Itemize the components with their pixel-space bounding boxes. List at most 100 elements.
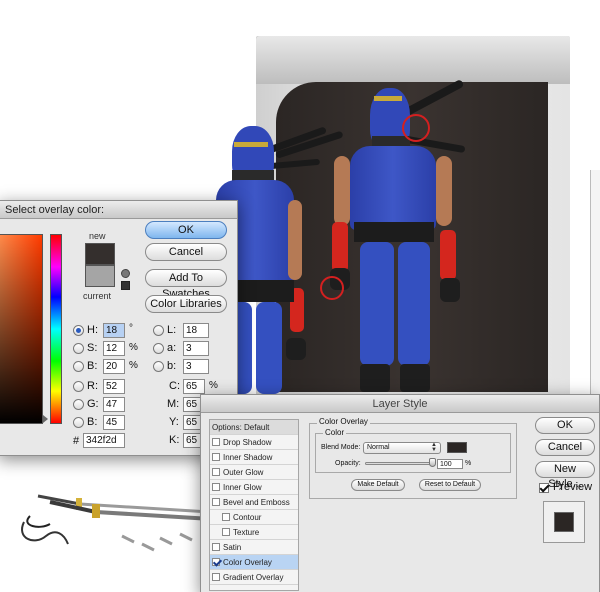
b-radio[interactable] <box>73 361 84 372</box>
style-checkbox[interactable] <box>212 468 220 476</box>
cancel-button[interactable]: Cancel <box>535 439 595 456</box>
m-label: M: <box>167 398 180 410</box>
reset-to-default-button[interactable]: Reset to Default <box>419 479 481 491</box>
style-checkbox[interactable] <box>212 498 220 506</box>
lab-b-radio[interactable] <box>153 361 164 372</box>
new-color-swatch <box>85 243 115 265</box>
a-radio[interactable] <box>153 343 164 354</box>
ok-button[interactable]: OK <box>535 417 595 434</box>
styles-list-item[interactable]: Options: Default <box>210 420 298 435</box>
ok-button[interactable]: OK <box>145 221 227 239</box>
g-radio[interactable] <box>73 399 84 410</box>
styles-list-item[interactable]: Drop Shadow <box>210 435 298 450</box>
style-preview-box <box>543 501 585 543</box>
style-checkbox[interactable] <box>212 543 220 551</box>
style-label: Color Overlay <box>223 557 272 567</box>
preview-swatch <box>554 512 574 532</box>
a-field[interactable]: 3 <box>183 341 209 356</box>
overlay-color-swatch[interactable] <box>447 442 467 453</box>
style-checkbox[interactable] <box>212 483 220 491</box>
styles-list-item[interactable]: Contour <box>210 510 298 525</box>
h-field[interactable]: 18 <box>103 323 125 338</box>
s-label: S: <box>87 342 98 354</box>
s-field[interactable]: 12 <box>103 341 125 356</box>
style-checkbox[interactable] <box>212 573 220 581</box>
styles-list-item[interactable]: Satin <box>210 540 298 555</box>
y-label: Y: <box>169 416 179 428</box>
background-window-edge <box>590 170 600 400</box>
l-radio[interactable] <box>153 325 164 336</box>
opacity-slider[interactable] <box>365 462 433 465</box>
styles-list-item[interactable]: Texture <box>210 525 298 540</box>
style-label: Inner Shadow <box>223 452 273 462</box>
blend-mode-label: Blend Mode: <box>321 444 361 451</box>
backdrop-top-edge <box>256 36 570 84</box>
h-radio[interactable] <box>73 325 84 336</box>
opacity-slider-knob[interactable] <box>429 458 436 467</box>
layer-style-dialog: Layer Style Options: Default Drop Shadow… <box>200 394 600 592</box>
r-radio[interactable] <box>73 381 84 392</box>
blue-label: B: <box>87 416 98 428</box>
hex-label: # <box>73 435 80 447</box>
style-label: Options: Default <box>212 422 270 432</box>
style-label: Bevel and Emboss <box>223 497 290 507</box>
h-label: H: <box>87 324 98 336</box>
style-label: Texture <box>233 527 260 537</box>
opacity-field[interactable]: 100 <box>437 459 463 469</box>
blend-mode-select[interactable]: Normal ▲ ▼ <box>363 442 441 454</box>
preview-label: Preview <box>553 481 593 493</box>
styles-list-item-selected[interactable]: Color Overlay <box>210 555 298 570</box>
style-checkbox[interactable] <box>212 558 220 566</box>
preview-checkbox[interactable] <box>539 483 549 493</box>
style-label: Inner Glow <box>223 482 262 492</box>
style-label: Gradient Overlay <box>223 572 284 582</box>
r-label: R: <box>87 380 98 392</box>
out-of-gamut-icon[interactable] <box>121 269 130 278</box>
b-unit: % <box>129 360 138 371</box>
b-field[interactable]: 20 <box>103 359 125 374</box>
opacity-label: Opacity: <box>335 460 361 467</box>
g-field[interactable]: 47 <box>103 397 125 412</box>
style-checkbox[interactable] <box>222 528 230 536</box>
style-label: Drop Shadow <box>223 437 272 447</box>
blue-radio[interactable] <box>73 417 84 428</box>
r-field[interactable]: 52 <box>103 379 125 394</box>
section-title: Color Overlay <box>317 417 370 426</box>
cancel-button[interactable]: Cancel <box>145 243 227 261</box>
styles-list-item[interactable]: Inner Shadow <box>210 450 298 465</box>
new-style-button[interactable]: New Style... <box>535 461 595 490</box>
current-color-swatch[interactable] <box>85 265 115 287</box>
s-radio[interactable] <box>73 343 84 354</box>
opacity-unit: % <box>465 460 472 467</box>
lab-b-field[interactable]: 3 <box>183 359 209 374</box>
l-field[interactable]: 18 <box>183 323 209 338</box>
color-libraries-button[interactable]: Color Libraries <box>145 295 227 313</box>
hue-slider-arrow-icon[interactable] <box>43 415 48 423</box>
styles-list-item[interactable]: Outer Glow <box>210 465 298 480</box>
c-unit: % <box>209 380 218 391</box>
add-to-swatches-button[interactable]: Add To Swatches <box>145 269 227 300</box>
color-field[interactable] <box>0 234 43 424</box>
layer-style-title: Layer Style <box>201 395 599 413</box>
style-checkbox[interactable] <box>222 513 230 521</box>
new-label: new <box>89 231 106 241</box>
current-label: current <box>83 291 112 301</box>
styles-list-item[interactable]: Gradient Overlay <box>210 570 298 585</box>
styles-list-item[interactable]: Inner Glow <box>210 480 298 495</box>
b-label: B: <box>87 360 98 372</box>
a-label: a: <box>167 342 177 354</box>
highlight-circle-neck <box>402 114 430 142</box>
s-unit: % <box>129 342 138 353</box>
style-checkbox[interactable] <box>212 438 220 446</box>
styles-list-item[interactable]: Bevel and Emboss <box>210 495 298 510</box>
blend-mode-value: Normal <box>367 444 390 451</box>
hex-field[interactable]: 342f2d <box>83 433 125 448</box>
style-label: Satin <box>223 542 242 552</box>
hue-slider[interactable] <box>50 234 62 424</box>
c-field[interactable]: 65 <box>183 379 205 394</box>
style-checkbox[interactable] <box>212 453 220 461</box>
highlight-circle-hand <box>320 276 344 300</box>
make-default-button[interactable]: Make Default <box>351 479 405 491</box>
web-safe-icon[interactable] <box>121 281 130 290</box>
blue-field[interactable]: 45 <box>103 415 125 430</box>
